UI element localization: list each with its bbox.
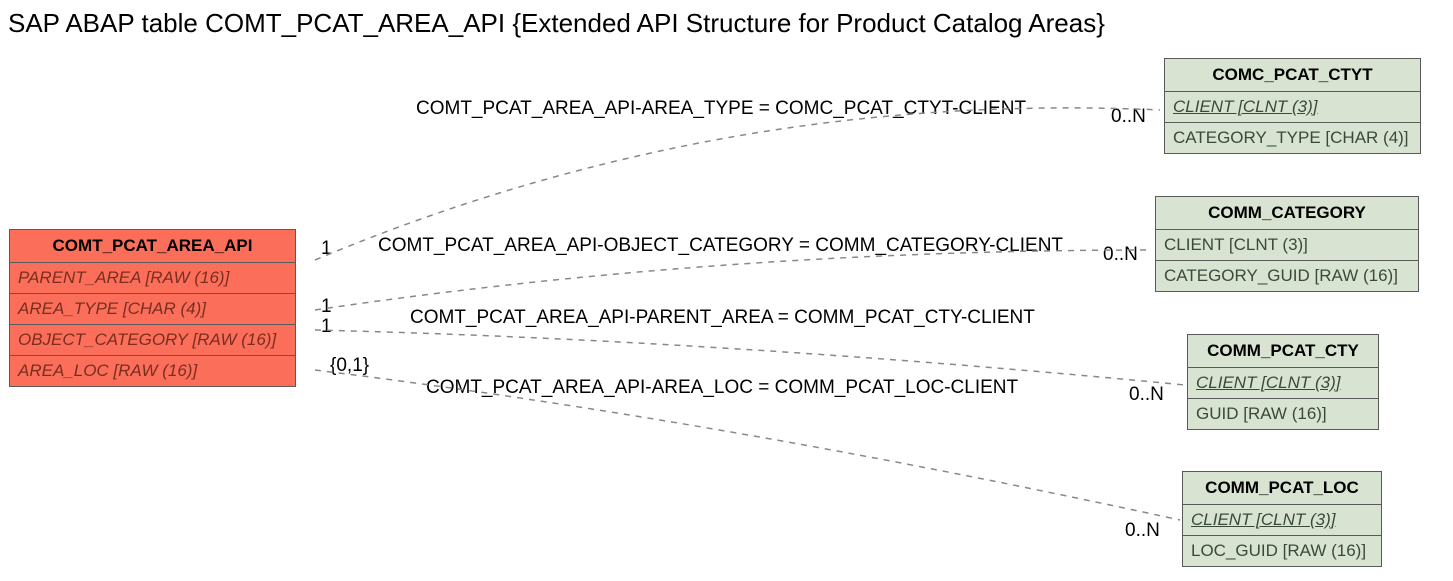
entity-target: COMC_PCAT_CTYT CLIENT [CLNT (3)] CATEGOR… xyxy=(1164,58,1421,154)
entity-field: AREA_TYPE [CHAR (4)] xyxy=(10,294,295,325)
entity-field: CLIENT [CLNT (3)] xyxy=(1183,505,1381,536)
entity-field: PARENT_AREA [RAW (16)] xyxy=(10,263,295,294)
entity-target-header: COMM_PCAT_LOC xyxy=(1183,472,1381,505)
entity-target-header: COMM_CATEGORY xyxy=(1156,197,1418,230)
cardinality-target: 0..N xyxy=(1125,520,1160,542)
cardinality-source: 1 xyxy=(321,238,332,260)
page-title: SAP ABAP table COMT_PCAT_AREA_API {Exten… xyxy=(8,8,1105,39)
cardinality-source: 1 xyxy=(321,296,332,318)
cardinality-source: {0,1} xyxy=(330,355,369,377)
entity-target: COMM_PCAT_CTY CLIENT [CLNT (3)] GUID [RA… xyxy=(1187,334,1379,430)
entity-target-header: COMM_PCAT_CTY xyxy=(1188,335,1378,368)
entity-field: GUID [RAW (16)] xyxy=(1188,399,1378,429)
entity-target: COMM_CATEGORY CLIENT [CLNT (3)] CATEGORY… xyxy=(1155,196,1419,292)
entity-field: CLIENT [CLNT (3)] xyxy=(1188,368,1378,399)
relation-label: COMT_PCAT_AREA_API-AREA_LOC = COMM_PCAT_… xyxy=(426,377,1018,399)
entity-field: LOC_GUID [RAW (16)] xyxy=(1183,536,1381,566)
entity-target-header: COMC_PCAT_CTYT xyxy=(1165,59,1420,92)
entity-field: AREA_LOC [RAW (16)] xyxy=(10,356,295,386)
cardinality-source: 1 xyxy=(321,316,332,338)
entity-field: CATEGORY_TYPE [CHAR (4)] xyxy=(1165,123,1420,153)
relation-label: COMT_PCAT_AREA_API-AREA_TYPE = COMC_PCAT… xyxy=(416,98,1026,120)
entity-field: CLIENT [CLNT (3)] xyxy=(1156,230,1418,261)
cardinality-target: 0..N xyxy=(1111,106,1146,128)
entity-target: COMM_PCAT_LOC CLIENT [CLNT (3)] LOC_GUID… xyxy=(1182,471,1382,567)
entity-field: CLIENT [CLNT (3)] xyxy=(1165,92,1420,123)
entity-source: COMT_PCAT_AREA_API PARENT_AREA [RAW (16)… xyxy=(9,229,296,387)
cardinality-target: 0..N xyxy=(1129,384,1164,406)
cardinality-target: 0..N xyxy=(1103,244,1138,266)
entity-field: CATEGORY_GUID [RAW (16)] xyxy=(1156,261,1418,291)
relation-label: COMT_PCAT_AREA_API-PARENT_AREA = COMM_PC… xyxy=(410,307,1035,329)
entity-source-header: COMT_PCAT_AREA_API xyxy=(10,230,295,263)
entity-field: OBJECT_CATEGORY [RAW (16)] xyxy=(10,325,295,356)
relation-label: COMT_PCAT_AREA_API-OBJECT_CATEGORY = COM… xyxy=(378,235,1063,257)
